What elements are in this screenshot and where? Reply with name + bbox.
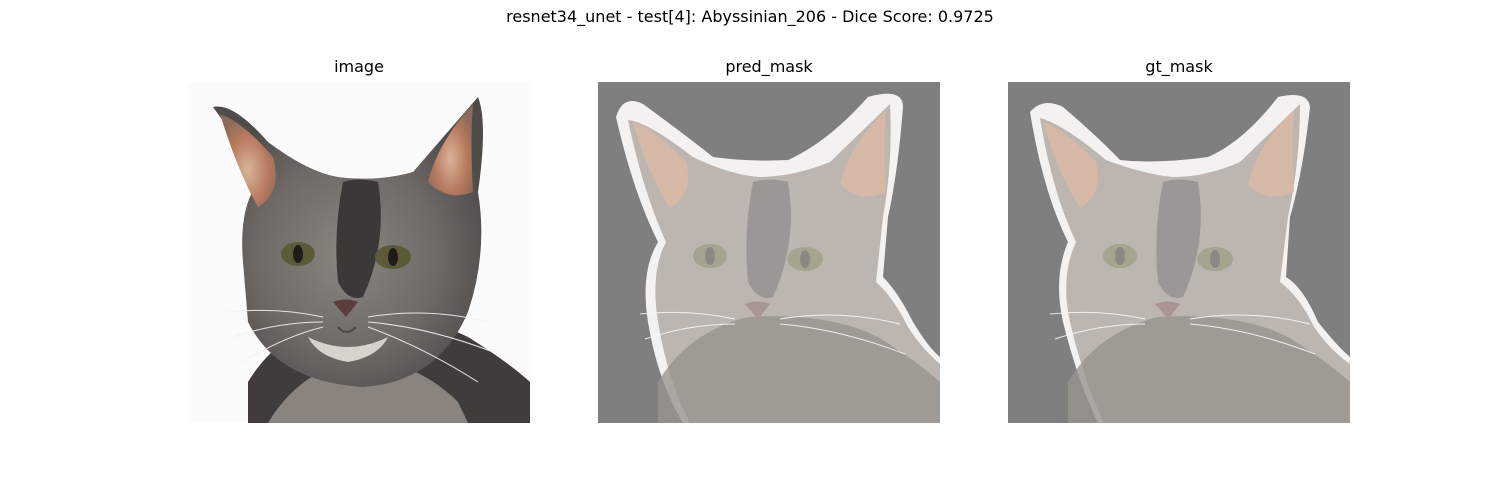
panel-title-pred-mask: pred_mask xyxy=(725,57,813,76)
image-panel xyxy=(188,82,530,423)
panel-title-gt-mask: gt_mask xyxy=(1145,57,1213,76)
pred-mask-overlay xyxy=(598,82,940,423)
cat-photo xyxy=(188,82,530,423)
gt-mask-overlay xyxy=(1008,82,1350,423)
gt-mask-panel xyxy=(1008,82,1350,423)
figure-suptitle: resnet34_unet - test[4]: Abyssinian_206 … xyxy=(506,7,994,26)
pred-mask-panel xyxy=(598,82,940,423)
panel-title-image: image xyxy=(334,57,384,76)
